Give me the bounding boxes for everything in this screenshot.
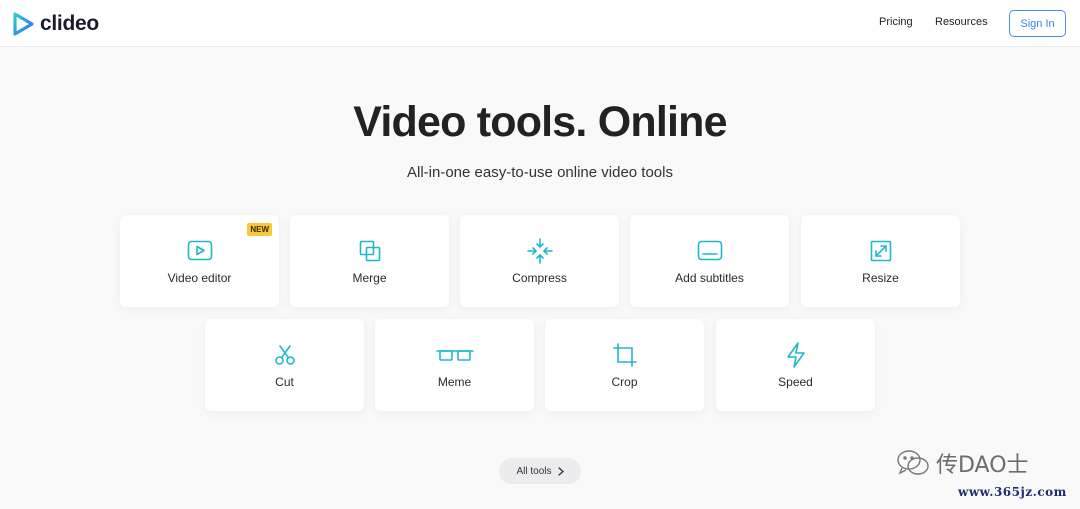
tool-label: Compress	[512, 271, 567, 285]
tool-card-compress[interactable]: Compress	[460, 215, 619, 307]
tool-label: Crop	[611, 375, 638, 389]
tool-card-speed[interactable]: Speed	[716, 319, 875, 411]
tool-card-cut[interactable]: Cut	[205, 319, 364, 411]
tool-label: Merge	[352, 271, 387, 285]
tool-label: Speed	[778, 375, 813, 389]
page-subtitle: All-in-one easy-to-use online video tool…	[407, 164, 673, 181]
video-play-icon	[187, 240, 212, 261]
top-bar: clideo Pricing Resources Sign In	[0, 0, 1080, 47]
compress-icon	[526, 238, 553, 264]
nav-pricing[interactable]: Pricing	[879, 16, 913, 28]
lightning-icon	[786, 342, 805, 368]
all-tools-button[interactable]: All tools	[499, 458, 581, 484]
tool-label: Cut	[275, 375, 294, 389]
chevron-right-icon	[557, 466, 564, 476]
tool-card-merge[interactable]: Merge	[290, 215, 449, 307]
brand-name: clideo	[40, 12, 99, 35]
logo[interactable]: clideo	[13, 11, 99, 37]
tool-card-crop[interactable]: Crop	[545, 319, 704, 411]
resize-icon	[870, 240, 891, 262]
wechat-icon	[897, 450, 929, 475]
clideo-logo-icon	[13, 12, 34, 36]
watermark: 传DAO士	[896, 447, 1029, 479]
new-badge: NEW	[247, 223, 272, 236]
all-tools-label: All tools	[516, 465, 552, 477]
scissors-icon	[274, 345, 295, 365]
watermark-url: www.365jz.com	[958, 485, 1067, 499]
tool-card-add-subtitles[interactable]: Add subtitles	[630, 215, 789, 307]
tool-card-resize[interactable]: Resize	[801, 215, 960, 307]
tool-label: Add subtitles	[675, 271, 744, 285]
subtitles-icon	[697, 240, 722, 261]
merge-icon	[359, 240, 380, 262]
nav-resources[interactable]: Resources	[935, 16, 988, 28]
meme-glasses-icon	[435, 350, 474, 361]
crop-icon	[612, 343, 637, 367]
sign-in-button[interactable]: Sign In	[1009, 10, 1066, 37]
tool-card-meme[interactable]: Meme	[375, 319, 534, 411]
tool-label: Video editor	[167, 271, 232, 285]
watermark-text: 传DAO士	[936, 453, 1029, 478]
tool-card-video-editor[interactable]: NEW Video editor	[120, 215, 279, 307]
tool-label: Resize	[862, 271, 899, 285]
page-title: Video tools. Online	[353, 98, 727, 146]
tool-label: Meme	[437, 375, 472, 389]
